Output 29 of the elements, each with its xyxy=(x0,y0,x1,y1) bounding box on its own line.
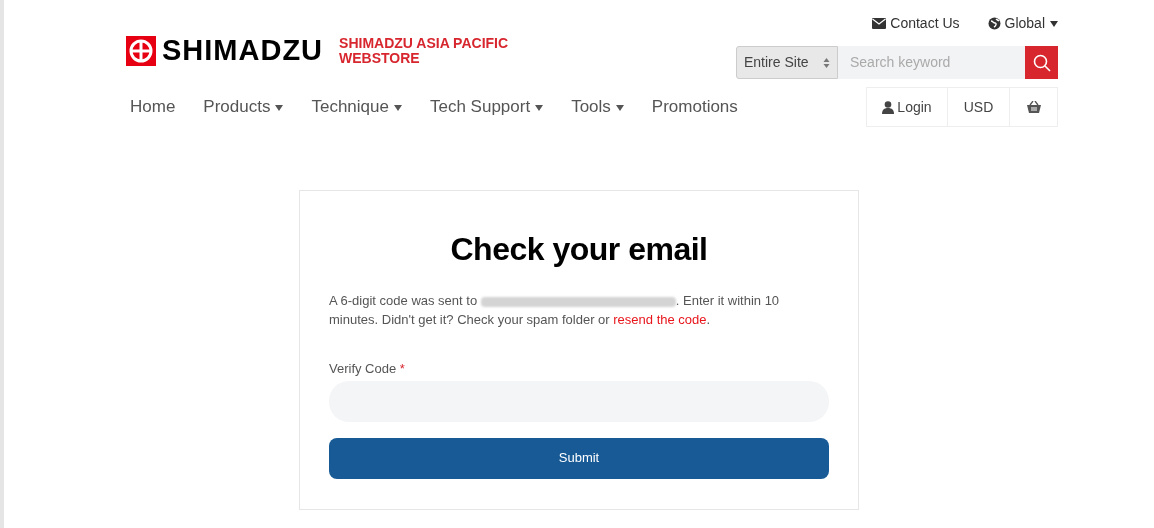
basket-icon xyxy=(1026,101,1041,113)
resend-code-link[interactable]: resend the code xyxy=(613,312,707,327)
submit-button[interactable]: Submit xyxy=(329,437,829,479)
store-name: SHIMADZU ASIA PACIFIC WEBSTORE xyxy=(339,35,510,66)
person-icon xyxy=(882,100,895,114)
nav-link[interactable]: Promotions xyxy=(651,94,738,120)
nav-link[interactable]: Products xyxy=(203,94,284,120)
field-label: Verify Code xyxy=(329,361,397,376)
scope-text: Entire Site xyxy=(744,53,809,72)
search-icon xyxy=(1032,53,1051,72)
nav-link[interactable]: Tech Support xyxy=(429,94,544,120)
envelope-icon xyxy=(872,18,887,29)
search-scope-select[interactable]: Entire Site xyxy=(736,46,838,79)
contact-link[interactable]: Contact Us xyxy=(872,13,960,34)
message-text: A 6-digit code was sent to . Enter it within 10 minutes. Didn't get it? Check your spam folder or resend the code. xyxy=(329,292,781,329)
search-field[interactable]: Search keyword xyxy=(838,46,1025,79)
login-button[interactable]: Login xyxy=(867,88,947,126)
globe-icon xyxy=(987,17,1001,30)
required-mark: * xyxy=(399,361,405,376)
select-arrows-icon xyxy=(823,56,830,69)
currency-button[interactable]: USD xyxy=(947,88,1009,126)
search-button[interactable] xyxy=(1025,46,1058,79)
region-selector[interactable]: Global xyxy=(987,13,1058,34)
logo-mark-icon xyxy=(126,35,156,66)
nav-link[interactable]: Technique xyxy=(311,94,402,120)
nav-link[interactable]: Home xyxy=(130,94,176,120)
brand-logo-text: SHIMADZU xyxy=(162,36,324,65)
card-title: Check your email xyxy=(449,230,709,269)
nav-link[interactable]: Tools xyxy=(571,94,624,120)
